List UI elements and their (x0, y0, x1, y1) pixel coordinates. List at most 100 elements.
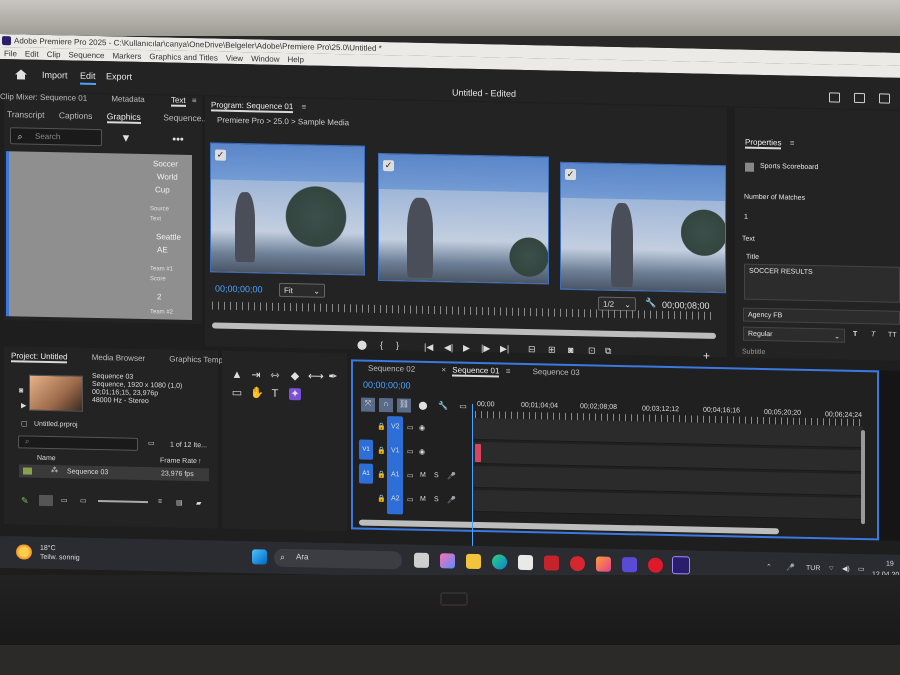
title-text-field[interactable]: SOCCER RESULTS (744, 263, 900, 303)
menu-help[interactable]: Help (288, 55, 304, 64)
more-icon[interactable]: ••• (172, 134, 184, 146)
sort-icon[interactable]: ≡ (158, 498, 162, 505)
import-tab[interactable]: Import (42, 70, 68, 81)
lock-icon[interactable]: 🔒 (377, 471, 386, 479)
microphone-icon[interactable]: 🎤 (447, 496, 456, 504)
export-tab[interactable]: Export (106, 71, 132, 82)
type-tool-icon[interactable]: T (269, 388, 281, 400)
param-title-line3[interactable]: Cup (155, 185, 170, 194)
automate-icon[interactable]: ▤ (176, 499, 183, 507)
tab-graphics-templates[interactable]: Graphics Templ (169, 355, 224, 365)
menu-view[interactable]: View (226, 53, 243, 62)
track-select-icon[interactable]: ⇥ (250, 369, 262, 381)
battery-icon[interactable]: ▭ (858, 565, 865, 573)
edge-icon[interactable] (492, 554, 507, 570)
menu-file[interactable]: File (4, 49, 17, 58)
pen-tool-icon[interactable]: ✒ (327, 371, 339, 383)
tab-media-browser[interactable]: Media Browser (92, 353, 145, 363)
lock-icon[interactable]: 🔒 (377, 423, 386, 431)
column-name[interactable]: Name (37, 455, 56, 462)
tab-sequence-01[interactable]: Sequence 01 (452, 365, 500, 378)
mark-out-icon[interactable]: } (396, 340, 399, 350)
menu-sequence[interactable]: Sequence (68, 50, 104, 60)
pencil-icon[interactable]: ✎ (21, 495, 29, 506)
menu-markers[interactable]: Markers (113, 51, 142, 61)
messenger-icon[interactable] (622, 557, 637, 573)
wrench-icon[interactable]: 🔧 (645, 298, 656, 309)
tab-metadata[interactable]: Metadata (111, 94, 144, 104)
clip-thumbnail-3[interactable]: ✓ (560, 161, 726, 294)
timeline-settings-icon[interactable]: 🔧 (437, 400, 449, 412)
font-style-dropdown[interactable]: Regular ⌄ (743, 326, 845, 343)
program-menu-icon[interactable]: ≡ (302, 102, 307, 111)
mark-in-icon[interactable]: { (380, 340, 383, 350)
folder-icon[interactable]: ▰ (196, 499, 201, 507)
mute-button[interactable]: M (420, 472, 426, 479)
tab-text[interactable]: Text (170, 95, 186, 107)
rectangle-tool-icon[interactable]: ▭ (231, 387, 243, 399)
matches-value[interactable]: 1 (744, 214, 748, 221)
step-back-icon[interactable]: ◀| (444, 342, 453, 353)
add-marker-icon[interactable]: ⬤ (417, 400, 429, 412)
go-to-in-icon[interactable]: |◀ (424, 342, 433, 353)
sequence-thumbnail[interactable] (29, 374, 83, 412)
lock-icon[interactable]: 🔒 (377, 447, 386, 455)
allcaps-icon[interactable]: TT (888, 332, 897, 339)
volume-icon[interactable]: ◀) (842, 565, 850, 573)
weather-desc[interactable]: Teilw. sonnig (40, 554, 80, 562)
italic-icon[interactable]: T (871, 331, 875, 338)
tray-chevron-icon[interactable]: ⌃ (766, 563, 772, 571)
tab-graphics[interactable]: Graphics (106, 111, 141, 124)
close-icon[interactable]: × (441, 365, 446, 374)
project-search-input[interactable]: ⌕ (18, 435, 138, 451)
tab-program[interactable]: Program: Sequence 01 (211, 100, 294, 114)
menu-lines-icon[interactable] (879, 93, 890, 104)
fit-dropdown[interactable]: Fit ⌄ (279, 282, 325, 298)
add-button-icon[interactable]: + (703, 349, 710, 363)
param-team1-name-line1[interactable]: Seattle (156, 232, 181, 242)
captions-icon[interactable]: ▭ (457, 401, 469, 413)
selection-tool-icon[interactable]: ▲ (231, 369, 243, 381)
home-icon[interactable] (14, 68, 28, 80)
clip-1-checkbox[interactable]: ✓ (215, 149, 226, 161)
sync-lock-icon[interactable]: ▭ (407, 448, 414, 456)
snap-icon[interactable]: ∩ (379, 397, 393, 413)
razor-icon[interactable]: ◆ (289, 370, 301, 382)
eye-icon[interactable]: ◉ (419, 448, 425, 456)
red-app-icon[interactable] (570, 555, 585, 572)
compare-icon[interactable]: ⊡ (588, 345, 596, 356)
wifi-icon[interactable]: ⌔ (828, 564, 835, 573)
task-view-icon[interactable] (414, 552, 429, 568)
go-to-out-icon[interactable]: ▶| (500, 343, 509, 354)
file-explorer-icon[interactable] (466, 553, 481, 570)
timeline-timecode[interactable]: 00;00;00;00 (363, 380, 411, 391)
param-team1-name-line2[interactable]: AE (157, 245, 168, 254)
vr-icon[interactable]: ⧉ (605, 346, 611, 357)
tab-project[interactable]: Project: Untitled (11, 351, 68, 364)
step-forward-icon[interactable]: |▶ (481, 343, 490, 354)
hand-tool-icon[interactable]: ✋ (250, 387, 264, 399)
tab-sequence-02[interactable]: Sequence 02 (368, 364, 415, 374)
param-title-line2[interactable]: World (157, 172, 178, 181)
premiere-taskbar-icon[interactable] (672, 556, 690, 575)
windows-start-icon[interactable] (252, 549, 267, 565)
clock-time[interactable]: 19 (886, 561, 894, 568)
sync-lock-icon[interactable]: ▭ (407, 424, 414, 432)
video-clip[interactable] (475, 443, 481, 463)
taskbar-search-input[interactable]: Ara (274, 548, 402, 570)
eye-icon[interactable]: ◉ (419, 424, 425, 432)
icon-view-icon[interactable]: ▭ (61, 496, 68, 504)
marker-icon[interactable]: ⬤ (357, 339, 367, 350)
mcafee-icon[interactable] (544, 555, 559, 571)
sync-lock-icon[interactable]: ▭ (407, 496, 414, 504)
ripple-edit-icon[interactable]: ⇿ (269, 370, 281, 382)
sort-up-icon[interactable]: ↑ (198, 458, 202, 465)
nest-toggle-icon[interactable]: ⤧ (361, 397, 375, 412)
microphone-icon[interactable]: 🎤 (786, 563, 795, 571)
linked-selection-icon[interactable]: ⛓ (397, 398, 411, 413)
timeline-playhead[interactable] (472, 403, 473, 569)
photos-icon[interactable] (596, 556, 611, 572)
clip-thumbnail-2[interactable]: ✓ (378, 152, 549, 285)
microphone-icon[interactable]: 🎤 (447, 472, 456, 480)
weather-icon[interactable] (16, 544, 32, 560)
